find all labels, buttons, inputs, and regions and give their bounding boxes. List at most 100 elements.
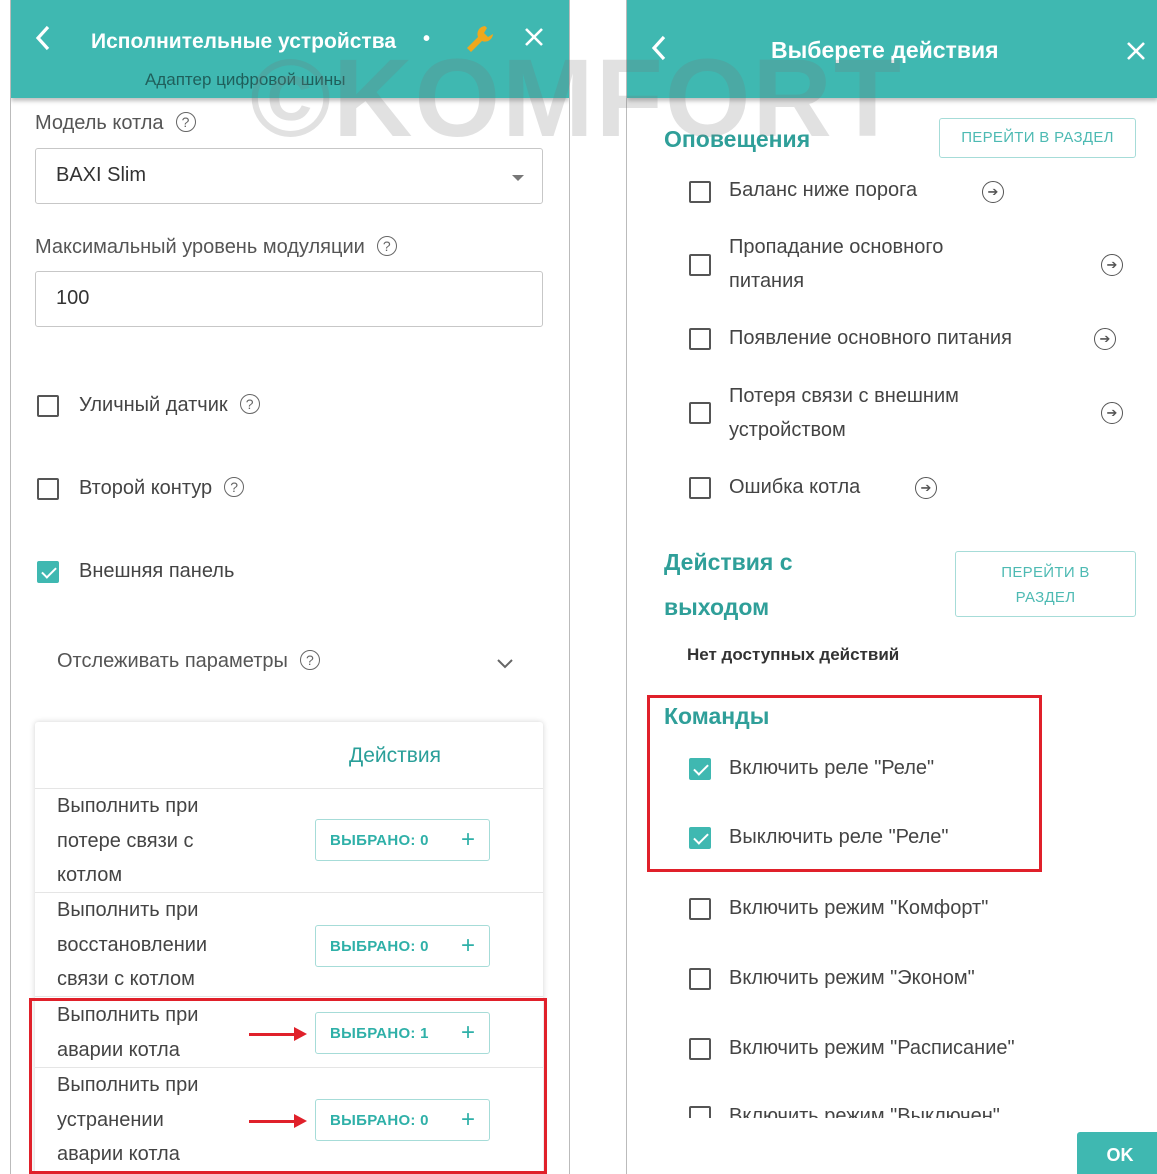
notification-label: Появление основного питания [729, 327, 1012, 349]
select-actions-button[interactable]: ВЫБРАНО: 0 + [315, 1099, 490, 1141]
arrow-right-circle-icon[interactable]: ➔ [1101, 254, 1123, 276]
arrow-right-circle-icon[interactable]: ➔ [982, 181, 1004, 203]
row-label-line: Выполнить при [57, 1004, 199, 1026]
track-params-label[interactable]: Отслеживать параметры? [57, 650, 320, 673]
command-label: Выключить реле "Реле" [729, 826, 949, 848]
output-actions-title-line: выходом [664, 594, 770, 620]
table-row: Выполнить при потере связи с котлом ВЫБР… [35, 789, 543, 893]
boiler-model-label-text: Модель котла [35, 112, 164, 134]
row-label: Выполнить при аварии котла [57, 998, 198, 1067]
plus-icon: + [460, 826, 475, 853]
select-actions-button[interactable]: ВЫБРАНО: 0 + [315, 819, 490, 861]
device-settings-panel: Исполнительные устройства • Адаптер цифр… [10, 0, 570, 1174]
command-checkbox[interactable] [689, 758, 711, 780]
help-icon[interactable]: ? [224, 477, 245, 497]
command-label: Включить реле "Реле" [729, 757, 935, 779]
goto-output-actions-button[interactable]: ПЕРЕЙТИ В РАЗДЕЛ [955, 551, 1136, 617]
notification-checkbox[interactable] [689, 181, 711, 203]
actions-table-header: Действия [35, 722, 543, 789]
second-circuit-checkbox[interactable] [37, 478, 59, 500]
row-label-line: аварии котла [57, 1038, 180, 1061]
row-label-line: Выполнить при [57, 1074, 199, 1096]
select-actions-count: ВЫБРАНО: 1 [330, 1025, 429, 1042]
boiler-model-label: Модель котла? [35, 112, 196, 135]
close-icon[interactable] [1125, 40, 1147, 62]
arrow-right-icon [249, 1027, 307, 1041]
wrench-icon[interactable] [463, 22, 497, 56]
actions-table: Действия Выполнить при потере связи с ко… [35, 722, 543, 1174]
row-label-line: котлом [57, 864, 123, 886]
unsaved-dot: • [423, 28, 431, 50]
back-arrow-icon[interactable] [651, 34, 667, 62]
plus-icon: + [460, 1106, 475, 1133]
arrow-right-circle-icon[interactable]: ➔ [915, 477, 937, 499]
choose-actions-dialog: Выберете действия Оповещения ПЕРЕЙТИ В Р… [626, 0, 1157, 1174]
command-checkbox[interactable] [689, 898, 711, 920]
command-checkbox[interactable] [689, 827, 711, 849]
chevron-down-icon[interactable] [497, 656, 513, 674]
max-modulation-label: Максимальный уровень модуляции? [35, 236, 397, 259]
notification-checkbox[interactable] [689, 254, 711, 276]
notification-checkbox[interactable] [689, 477, 711, 499]
help-icon[interactable]: ? [376, 236, 397, 256]
row-label-line: Выполнить при [57, 899, 199, 921]
select-actions-button[interactable]: ВЫБРАНО: 1 + [315, 1012, 490, 1054]
second-circuit-label-text: Второй контур [79, 477, 213, 499]
max-modulation-input[interactable]: 100 [35, 271, 543, 327]
arrow-right-icon [249, 1114, 307, 1128]
help-icon[interactable]: ? [239, 394, 260, 414]
output-actions-title: Действия с выходом [664, 540, 793, 630]
command-checkbox[interactable] [689, 968, 711, 990]
command-label: Включить режим "Комфорт" [729, 897, 989, 919]
notification-checkbox[interactable] [689, 328, 711, 350]
no-actions-text: Нет доступных действий [687, 645, 900, 664]
select-actions-count: ВЫБРАНО: 0 [330, 938, 429, 955]
left-header: Исполнительные устройства • Адаптер цифр… [11, 0, 569, 98]
external-panel-label: Внешняя панель [79, 560, 235, 582]
output-actions-title-line: Действия с [664, 549, 793, 575]
dropdown-caret-icon [512, 175, 524, 181]
notification-label: Баланс ниже порога [729, 179, 918, 201]
table-row: Выполнить при восстановлении связи с кот… [35, 893, 543, 997]
max-modulation-label-text: Максимальный уровень модуляции [35, 236, 365, 258]
goto-button-line: ПЕРЕЙТИ В [1001, 564, 1090, 581]
help-icon[interactable]: ? [299, 650, 320, 670]
external-panel-checkbox[interactable] [37, 561, 59, 583]
notification-label-line: Потеря связи с внешним [729, 385, 959, 407]
command-label: Включить режим "Эконом" [729, 967, 975, 989]
row-label-line: аварии котла [57, 1143, 180, 1165]
notifications-title: Оповещения [664, 126, 811, 152]
outdoor-sensor-label: Уличный датчик? [79, 388, 260, 422]
row-label-line: устранении [57, 1108, 164, 1131]
notification-label-line: Пропадание основного [729, 236, 944, 258]
header-title: Исполнительные устройства [91, 30, 397, 53]
goto-button-line: РАЗДЕЛ [1015, 589, 1076, 606]
notification-checkbox[interactable] [689, 402, 711, 424]
select-actions-button[interactable]: ВЫБРАНО: 0 + [315, 925, 490, 967]
notification-label-line: питания [729, 270, 805, 292]
goto-notifications-button[interactable]: ПЕРЕЙТИ В РАЗДЕЛ [939, 118, 1136, 158]
back-arrow-icon[interactable] [35, 24, 51, 52]
second-circuit-label: Второй контур? [79, 471, 245, 505]
right-header: Выберете действия [627, 0, 1157, 98]
arrow-right-circle-icon[interactable]: ➔ [1101, 402, 1123, 424]
row-label-line: потере связи с [57, 829, 194, 852]
notification-label: Потеря связи с внешним устройством [729, 379, 959, 447]
notification-label: Пропадание основного питания [729, 230, 943, 298]
ok-button[interactable]: OK [1077, 1132, 1157, 1174]
row-label-line: Выполнить при [57, 795, 199, 817]
commands-title: Команды [664, 703, 770, 729]
plus-icon: + [460, 1019, 475, 1046]
outdoor-sensor-checkbox[interactable] [37, 395, 59, 417]
row-label-line: связи с котлом [57, 968, 195, 990]
command-label: Включить режим "Расписание" [729, 1037, 1015, 1059]
plus-icon: + [460, 932, 475, 959]
actions-column-header: Действия [349, 744, 442, 767]
select-actions-count: ВЫБРАНО: 0 [330, 1112, 429, 1129]
boiler-model-select[interactable]: BAXI Slim [35, 148, 543, 204]
select-actions-count: ВЫБРАНО: 0 [330, 832, 429, 849]
arrow-right-circle-icon[interactable]: ➔ [1094, 328, 1116, 350]
close-icon[interactable] [523, 26, 545, 48]
help-icon[interactable]: ? [175, 112, 196, 132]
command-checkbox[interactable] [689, 1038, 711, 1060]
